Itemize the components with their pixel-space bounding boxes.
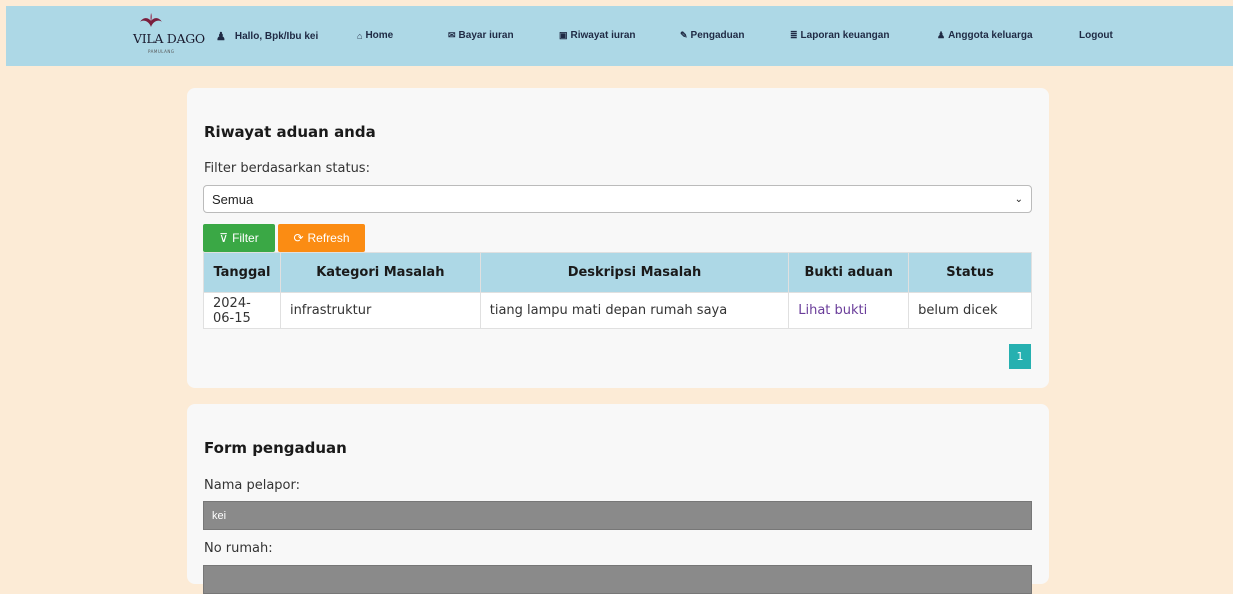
col-deskripsi: Deskripsi Masalah (479, 252, 790, 293)
flower-logo-icon (140, 13, 162, 27)
nama-pelapor-label: Nama pelapor: (204, 478, 300, 493)
funnel-icon: ⊽ (219, 231, 229, 245)
nav-riwayat-iuran-label: Riwayat iuran (570, 30, 636, 41)
cell-kategori: infrastruktur (279, 292, 481, 329)
top-navbar: VILA DAGO PAMULANG ♟ Hallo, Bpk/Ibu kei … (6, 6, 1233, 66)
nav-anggota-keluarga[interactable]: ♟ Anggota keluarga (937, 30, 1033, 41)
brand-logo[interactable]: VILA DAGO PAMULANG (133, 13, 205, 59)
nav-bayar-iuran-label: Bayar iuran (458, 30, 514, 41)
mail-icon: ✉ (448, 30, 456, 40)
chevron-down-icon: ⌄ (1014, 193, 1023, 205)
complaint-form-card: Form pengaduan Nama pelapor: kei No ruma… (187, 404, 1049, 594)
complaint-history-card: Riwayat aduan anda Filter berdasarkan st… (187, 88, 1049, 388)
nama-pelapor-value: kei (212, 509, 227, 522)
users-icon: ♟ (937, 30, 946, 40)
cell-deskripsi: tiang lampu mati depan rumah saya (479, 292, 790, 329)
nav-bayar-iuran[interactable]: ✉ Bayar iuran (448, 30, 514, 41)
user-greeting: ♟ Hallo, Bpk/Ibu kei (216, 30, 318, 43)
table-header-row: Tanggal Kategori Masalah Deskripsi Masal… (203, 252, 1032, 293)
cell-tanggal: 2024-06-15 (203, 292, 281, 329)
filter-button[interactable]: ⊽ Filter (203, 224, 275, 252)
nav-home[interactable]: ⌂ Home (357, 30, 393, 41)
table-row: 2024-06-15 infrastruktur tiang lampu mat… (203, 292, 1032, 329)
no-rumah-label: No rumah: (204, 541, 273, 556)
filter-button-label: Filter (232, 231, 259, 245)
no-rumah-field[interactable] (203, 565, 1032, 594)
col-bukti: Bukti aduan (788, 252, 910, 293)
greeting-text: Hallo, Bpk/Ibu kei (234, 31, 319, 42)
col-status: Status (908, 252, 1032, 293)
pencil-icon: ✎ (680, 30, 688, 40)
nav-home-label: Home (365, 30, 394, 41)
refresh-icon: ⟳ (293, 231, 304, 245)
nav-anggota-keluarga-label: Anggota keluarga (948, 30, 1033, 41)
form-title: Form pengaduan (204, 439, 347, 457)
book-icon: ▣ (559, 30, 568, 40)
nav-riwayat-iuran[interactable]: ▣ Riwayat iuran (559, 30, 636, 41)
home-icon: ⌂ (357, 30, 363, 41)
brand-name: VILA DAGO (133, 31, 205, 46)
col-kategori: Kategori Masalah (279, 252, 481, 293)
cell-status: belum dicek (908, 292, 1032, 329)
refresh-button-label: Refresh (307, 231, 350, 245)
col-tanggal: Tanggal (203, 252, 281, 293)
pagination-page-1[interactable]: 1 (1009, 344, 1031, 369)
history-title: Riwayat aduan anda (204, 123, 376, 141)
filter-label: Filter berdasarkan status: (204, 161, 370, 176)
lihat-bukti-link[interactable]: Lihat bukti (788, 292, 910, 329)
status-filter-value: Semua (212, 191, 254, 207)
refresh-button[interactable]: ⟳ Refresh (278, 224, 365, 252)
nav-logout[interactable]: Logout (1079, 30, 1113, 41)
complaint-table: Tanggal Kategori Masalah Deskripsi Masal… (203, 252, 1032, 329)
nav-pengaduan-label: Pengaduan (690, 30, 745, 41)
brand-subtitle: PAMULANG (148, 49, 175, 54)
database-icon: ≣ (790, 30, 798, 40)
nav-logout-label: Logout (1079, 30, 1113, 41)
status-filter-select[interactable]: Semua ⌄ (203, 185, 1032, 213)
user-icon: ♟ (216, 31, 226, 43)
nama-pelapor-field[interactable]: kei (203, 501, 1032, 530)
nav-laporan-keuangan[interactable]: ≣ Laporan keuangan (790, 30, 889, 41)
nav-laporan-keuangan-label: Laporan keuangan (800, 30, 890, 41)
nav-pengaduan[interactable]: ✎ Pengaduan (680, 30, 744, 41)
